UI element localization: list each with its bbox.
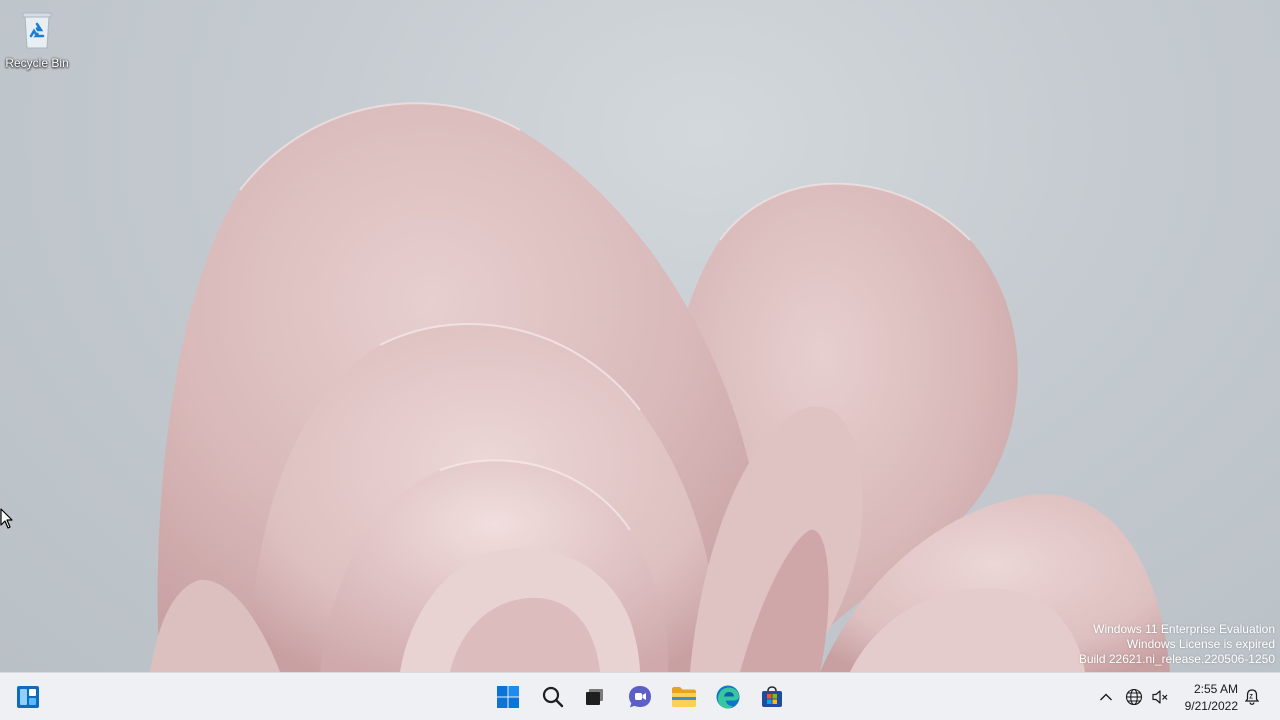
show-hidden-icons-button[interactable] bbox=[1096, 687, 1116, 707]
chat-button[interactable] bbox=[620, 677, 660, 717]
edge-button[interactable] bbox=[708, 677, 748, 717]
watermark-edition: Windows 11 Enterprise Evaluation bbox=[1093, 622, 1275, 636]
notification-icon: Z bbox=[1244, 689, 1260, 705]
desktop[interactable]: Recycle Bin Windows 11 Enterprise Evalua… bbox=[0, 0, 1280, 672]
store-icon bbox=[762, 686, 782, 707]
watermark-license: Windows License is expired bbox=[1126, 637, 1275, 651]
notification-center-button[interactable]: Z bbox=[1242, 687, 1262, 707]
clock-date: 9/21/2022 bbox=[1184, 699, 1238, 713]
task-view-button[interactable] bbox=[575, 677, 615, 717]
bloom-wallpaper bbox=[150, 102, 1170, 672]
file-explorer-button[interactable] bbox=[664, 677, 704, 717]
mouse-cursor-icon bbox=[0, 508, 13, 529]
folder-icon bbox=[672, 687, 696, 707]
windows-logo-icon bbox=[497, 686, 519, 708]
search-icon bbox=[542, 686, 564, 708]
network-button[interactable] bbox=[1124, 687, 1144, 707]
taskbar: 2:55 AM 9/21/2022 Z bbox=[0, 672, 1280, 720]
recycle-bin-label: Recycle Bin bbox=[5, 56, 69, 70]
windows-watermark: Windows 11 Enterprise Evaluation Windows… bbox=[1079, 622, 1275, 667]
search-button[interactable] bbox=[533, 677, 573, 717]
watermark-build: Build 22621.ni_release.220506-1250 bbox=[1078, 652, 1275, 666]
network-globe-icon bbox=[1125, 688, 1143, 706]
desktop-icon-recycle-bin[interactable]: Recycle Bin bbox=[4, 8, 70, 76]
widgets-icon bbox=[17, 686, 39, 708]
chat-icon bbox=[629, 686, 651, 708]
clock-time: 2:55 AM bbox=[1193, 682, 1238, 696]
chevron-up-icon bbox=[1100, 693, 1112, 701]
volume-button[interactable] bbox=[1150, 687, 1170, 707]
task-view-icon bbox=[586, 689, 603, 705]
start-button[interactable] bbox=[488, 677, 528, 717]
widgets-button[interactable] bbox=[8, 677, 48, 717]
recycle-bin-icon bbox=[17, 8, 57, 52]
store-button[interactable] bbox=[752, 677, 792, 717]
clock[interactable]: 2:55 AM 9/21/2022 bbox=[1176, 681, 1238, 715]
edge-icon bbox=[716, 685, 740, 709]
volume-muted-icon bbox=[1152, 690, 1168, 704]
svg-text:Z: Z bbox=[1249, 695, 1253, 701]
